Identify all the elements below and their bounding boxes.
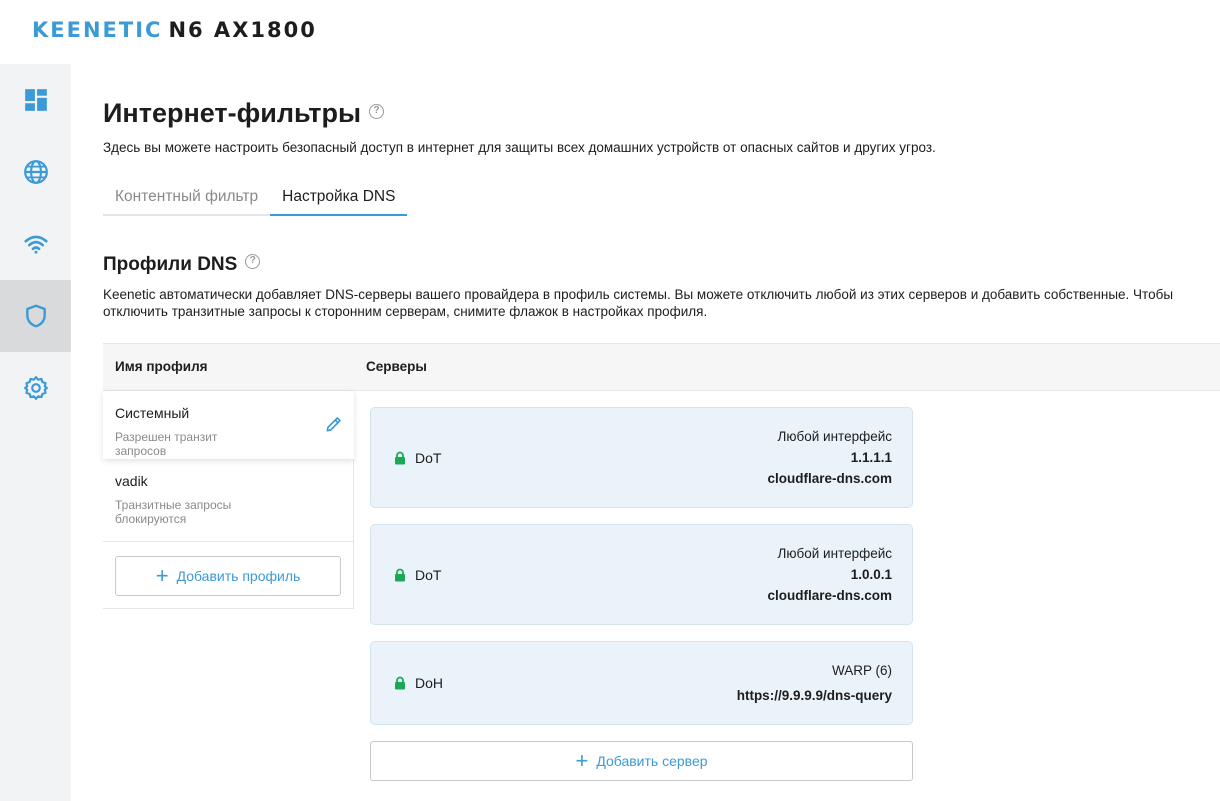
tab-content-filter[interactable]: Контентный фильтр (103, 182, 271, 216)
tabs: Контентный фильтр Настройка DNS (103, 182, 408, 216)
profile-subtitle: Разрешен транзит запросов (115, 430, 218, 458)
profile-item-vadik[interactable]: vadik Транзитные запросы блокируются (103, 459, 354, 541)
dashboard-icon (24, 89, 47, 111)
lock-icon (395, 568, 405, 582)
server-address: https://9.9.9.9/dns-query (736, 688, 892, 703)
gear-icon (23, 376, 48, 400)
pencil-icon[interactable] (324, 414, 344, 434)
sidebar-item-security[interactable] (0, 280, 71, 352)
sidebar-item-dashboard[interactable] (0, 64, 71, 136)
page-title-text: Интернет-фильтры (103, 98, 362, 128)
server-card[interactable]: DoH WARP (6) https://9.9.9.9/dns-query (370, 641, 913, 725)
server-details: WARP (6) https://9.9.9.9/dns-query (737, 660, 892, 706)
sidebar (0, 64, 71, 801)
globe-icon (23, 160, 48, 184)
profile-name: vadik (115, 473, 148, 489)
server-address: 1.0.0.1 (850, 567, 892, 582)
plus-icon: + (575, 748, 589, 773)
server-card[interactable]: DoT Любой интерфейс 1.0.0.1 cloudflare-d… (370, 524, 913, 625)
add-profile-label: Добавить профиль (176, 568, 301, 584)
server-card[interactable]: DoT Любой интерфейс 1.1.1.1 cloudflare-d… (370, 407, 913, 508)
server-interface: Любой интерфейс (777, 546, 892, 561)
sidebar-item-wifi[interactable] (0, 208, 71, 280)
shield-icon (25, 304, 46, 328)
add-server-label: Добавить сервер (596, 753, 708, 769)
add-server-button[interactable]: + Добавить сервер (370, 741, 913, 781)
divider (103, 541, 354, 542)
logo-brand: KEENETIC (32, 18, 163, 42)
top-bar: KEENETIC N6 AX1800 (0, 0, 1220, 64)
server-protocol: DoT (415, 450, 442, 466)
logo-model: N6 AX1800 (168, 18, 317, 42)
table-header: Имя профиля Серверы (103, 343, 1220, 391)
profile-name: Системный (115, 405, 190, 421)
profile-item-system[interactable]: Системный Разрешен транзит запросов (103, 391, 354, 459)
add-profile-button[interactable]: + Добавить профиль (115, 556, 341, 596)
server-interface: Любой интерфейс (777, 429, 892, 444)
section-title-text: Профили DNS (103, 254, 238, 275)
profile-list: Системный Разрешен транзит запросов vadi… (103, 391, 354, 609)
page-description: Здесь вы можете настроить безопасный дос… (103, 140, 936, 155)
main-content: Интернет-фильтры? Здесь вы можете настро… (103, 64, 1220, 801)
lock-icon (395, 676, 405, 690)
help-icon[interactable]: ? (245, 254, 261, 270)
server-hostname: cloudflare-dns.com (767, 471, 892, 486)
server-hostname: cloudflare-dns.com (767, 588, 892, 603)
column-header-profile-name: Имя профиля (115, 359, 208, 374)
server-address: 1.1.1.1 (850, 450, 892, 465)
plus-icon: + (155, 563, 169, 588)
help-icon[interactable]: ? (369, 104, 385, 120)
server-details: Любой интерфейс 1.0.0.1 cloudflare-dns.c… (767, 543, 892, 606)
sidebar-item-internet[interactable] (0, 136, 71, 208)
server-protocol: DoH (415, 675, 444, 691)
section-description: Keenetic автоматически добавляет DNS-сер… (103, 287, 1174, 319)
server-details: Любой интерфейс 1.1.1.1 cloudflare-dns.c… (767, 426, 892, 489)
column-header-servers: Серверы (366, 359, 427, 374)
section-title: Профили DNS? (103, 254, 261, 276)
tab-dns-settings[interactable]: Настройка DNS (270, 182, 408, 216)
wifi-icon (23, 235, 48, 254)
server-protocol: DoT (415, 567, 442, 583)
lock-icon (395, 451, 405, 465)
page-title: Интернет-фильтры? (103, 98, 385, 129)
sidebar-item-settings[interactable] (0, 352, 71, 424)
profile-subtitle: Транзитные запросы блокируются (115, 498, 232, 526)
logo[interactable]: KEENETIC N6 AX1800 (32, 18, 317, 42)
server-interface: WARP (6) (831, 663, 892, 678)
